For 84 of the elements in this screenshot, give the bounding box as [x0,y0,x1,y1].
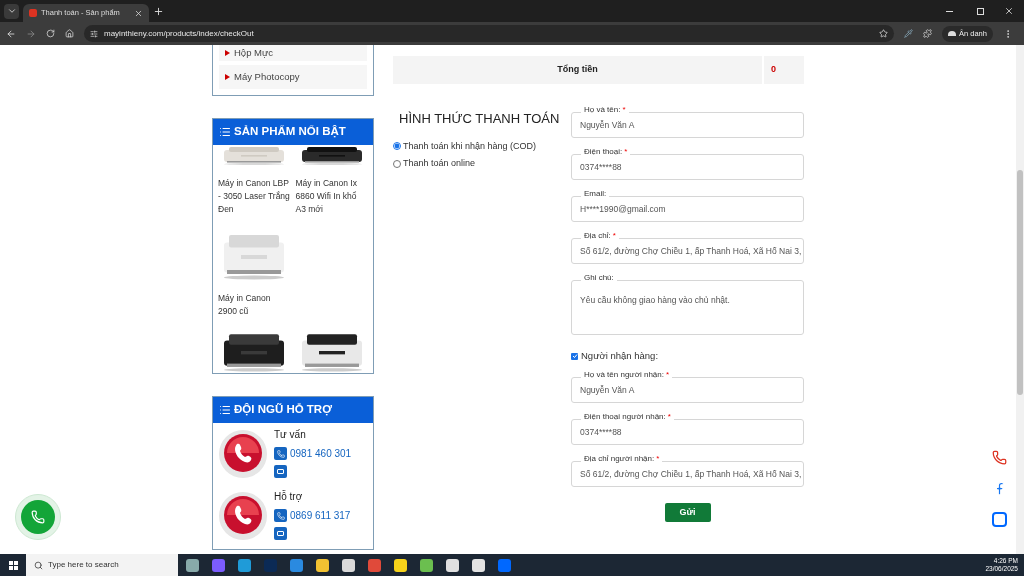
field-value: 0374****88 [580,425,622,439]
input-field[interactable]: H****1990@gmail.com [571,196,804,222]
input-field[interactable]: Số 61/2, đường Chợ Chiều 1, ấp Thanh Hoá, Xã Hố Nai 3, [571,238,804,264]
required-mark: * [624,148,628,156]
app-icon[interactable] [420,558,433,572]
field-label: Họ và tên: [584,106,621,114]
field-value: Số 61/2, đường Chợ Chiều 1, ấp Thanh Hoá, Xã Hố Nai 3, [580,244,802,258]
taskbar-search-field[interactable]: Type here to search [26,554,178,576]
textarea-field[interactable]: Yêu cầu không giao hàng vào chủ nhật. [571,280,804,335]
required-mark: * [667,413,671,422]
scrollbar[interactable] [1016,45,1024,554]
field-value: Số 61/2, đường Chợ Chiều 1, ấp Thanh Hoá, Xã Hố Nai 3, [580,467,802,481]
phone-icon[interactable] [992,450,1007,465]
phone-icon[interactable] [274,447,287,460]
site-favicon [29,9,37,17]
required-mark: * [666,371,670,380]
product-name[interactable]: Máy in Canon LBP - 3050 Laser Trắng Đen [218,177,291,216]
checkbox-label[interactable]: Người nhận hàng: [581,349,659,364]
field-label: Địa chỉ người nhận: [584,455,655,464]
field-value: Yêu cầu không giao hàng vào chủ nhật. [580,295,730,305]
checkbox[interactable] [571,352,578,360]
category-item[interactable]: Máy Photocopy [219,65,367,89]
radio-label[interactable]: Thanh toán khi nhận hàng (COD) [403,139,537,153]
list-icon [219,404,231,416]
list-icon [219,126,231,138]
call-button[interactable] [15,494,61,540]
extensions-icon[interactable] [923,29,932,38]
bullet-arrow-icon [225,74,230,80]
input-field[interactable]: Nguyễn Văn A [571,112,804,138]
required-mark: * [622,106,626,114]
field-value: 0374****88 [580,160,622,174]
field-label: Ghi chú: [584,274,614,282]
bullet-arrow-icon [225,50,230,56]
address-bar[interactable]: mayinthieny.com/products/index/checkOut [84,25,894,42]
field-value: Nguyễn Văn A [580,118,635,132]
close-icon[interactable] [1004,6,1014,16]
back-icon[interactable] [6,28,16,39]
section-title: HÌNH THỨC THANH TOÁN [399,110,560,128]
product-name[interactable]: Máy in Canon 2900 cũ [218,292,291,318]
forward-icon[interactable] [26,28,36,39]
site-info-icon[interactable] [90,29,98,38]
new-tab-icon[interactable] [153,5,164,17]
radio-button[interactable] [393,159,401,168]
radio-button[interactable] [393,142,401,151]
contact-role: Tư vấn [274,428,307,442]
close-icon[interactable] [134,8,143,18]
chat-icon[interactable] [274,527,287,540]
total-value-cell: 0 [764,56,804,84]
bookmark-star-icon[interactable] [879,29,888,38]
restore-icon[interactable] [977,7,984,15]
input-field[interactable]: 0374****88 [571,154,804,180]
minimize-icon[interactable] [946,10,953,12]
field-label: Địa chỉ: [584,232,611,240]
reload-icon[interactable] [46,29,55,38]
home-icon[interactable] [65,29,74,38]
field-value: H****1990@gmail.com [580,202,666,216]
total-label-cell: Tổng tiền [393,56,762,84]
category-item[interactable]: Hộp Mực [219,45,367,61]
chat-icon[interactable] [274,465,287,478]
panel-title: SẢN PHẨM NỔI BẬT [234,124,346,140]
field-label: Email: [584,190,607,198]
tab-list-button[interactable] [4,3,19,19]
product-name[interactable]: Máy in Canon Ix 6860 Wifi In khổ A3 mới [295,177,368,216]
field-value: Nguyễn Văn A [580,383,635,397]
contact-role: Hỗ trợ [274,489,304,504]
required-mark: * [612,232,616,240]
phone-link[interactable]: 0981 460 301 [290,446,352,461]
phone-icon[interactable] [274,509,287,522]
search-icon [34,560,43,570]
url-text: mayinthieny.com/products/index/checkOut [104,27,255,40]
chevron-down-icon [6,6,17,16]
app-icon[interactable] [212,558,225,572]
phone-icon [31,510,45,524]
submit-button[interactable]: Gửi [664,503,711,523]
phone-handset-icon [218,429,268,479]
phone-link[interactable]: 0869 611 317 [290,508,351,523]
required-mark: * [656,455,660,464]
panel-title: ĐỘI NGŨ HỖ TRỢ [234,402,332,418]
phone-handset-icon [218,491,268,541]
radio-label[interactable]: Thanh toán online [403,157,476,171]
field-label: Điện thoại người nhận: [584,413,666,422]
field-label: Điện thoại: [584,148,623,156]
eyedropper-icon[interactable] [904,29,913,38]
field-label: Họ và tên người nhận: [584,371,664,380]
